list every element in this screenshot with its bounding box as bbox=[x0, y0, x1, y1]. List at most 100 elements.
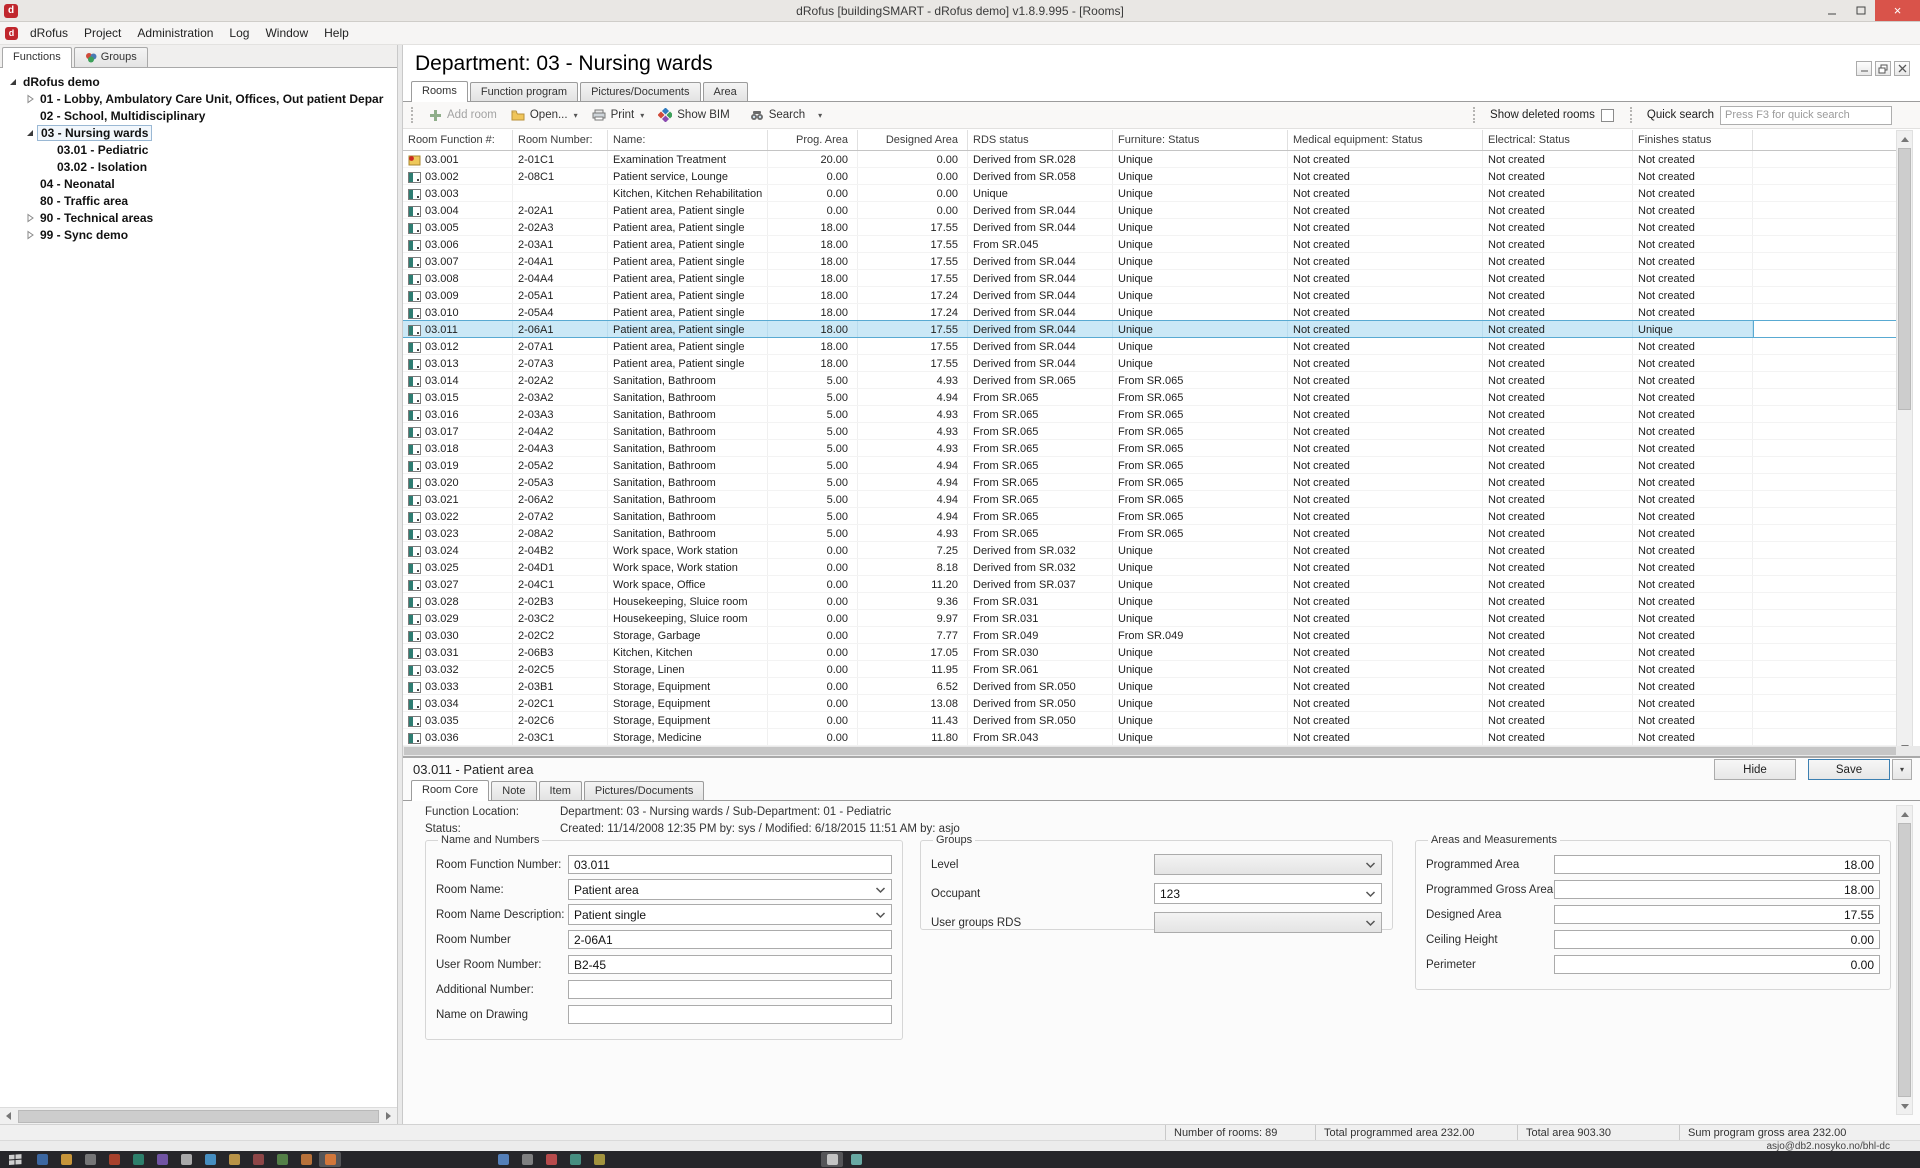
table-row[interactable]: 03.0342-02C1Storage, Equipment0.0013.08D… bbox=[403, 695, 1896, 712]
combo-room-name-description[interactable]: Patient single bbox=[568, 904, 892, 925]
table-row[interactable]: 03.0092-05A1Patient area, Patient single… bbox=[403, 287, 1896, 304]
input-designed-area[interactable] bbox=[1554, 905, 1880, 924]
table-row[interactable]: 03.0012-01C1Examination Treatment20.000.… bbox=[403, 151, 1896, 168]
sidebar-item-02-school-multidisciplinary[interactable]: 02 - School, Multidisciplinary bbox=[0, 107, 397, 124]
column-header-room-function[interactable]: Room Function #: bbox=[403, 130, 513, 150]
scrollbar-thumb[interactable] bbox=[1898, 148, 1911, 410]
detail-vertical-scrollbar[interactable] bbox=[1896, 805, 1913, 1115]
column-header-prog-area[interactable]: Prog. Area bbox=[768, 130, 858, 150]
input-programmed-gross-area[interactable] bbox=[1554, 880, 1880, 899]
table-row[interactable]: 03.0232-08A2Sanitation, Bathroom5.004.93… bbox=[403, 525, 1896, 542]
start-button[interactable] bbox=[0, 1151, 30, 1168]
mdi-close-button[interactable] bbox=[1894, 61, 1910, 76]
taskbar-icon[interactable] bbox=[31, 1152, 53, 1167]
scroll-right-arrow-icon[interactable] bbox=[380, 1108, 397, 1125]
input-ceiling-height[interactable] bbox=[1554, 930, 1880, 949]
search-button[interactable]: Search▾ bbox=[743, 106, 829, 124]
table-row[interactable]: 03.0042-02A1Patient area, Patient single… bbox=[403, 202, 1896, 219]
sidebar-item-drofus-demo[interactable]: dRofus demo bbox=[0, 73, 397, 90]
table-row[interactable]: 03.003Kitchen, Kitchen Rehabilitation0.0… bbox=[403, 185, 1896, 202]
input-additional-number[interactable] bbox=[568, 980, 892, 999]
sidebar-item-03-01-pediatric[interactable]: 03.01 - Pediatric bbox=[0, 141, 397, 158]
table-row[interactable]: 03.0172-04A2Sanitation, Bathroom5.004.93… bbox=[403, 423, 1896, 440]
taskbar-icon[interactable] bbox=[151, 1152, 173, 1167]
sidebar-item-03-02-isolation[interactable]: 03.02 - Isolation bbox=[0, 158, 397, 175]
combo-occupant[interactable]: 123 bbox=[1154, 883, 1382, 904]
show-bim-button[interactable]: Show BIM bbox=[651, 105, 736, 125]
scroll-left-arrow-icon[interactable] bbox=[0, 1108, 17, 1125]
input-perimeter[interactable] bbox=[1554, 955, 1880, 974]
table-row[interactable]: 03.0182-04A3Sanitation, Bathroom5.004.93… bbox=[403, 440, 1896, 457]
save-dropdown-button[interactable]: ▾ bbox=[1892, 759, 1912, 780]
expander-collapsed-icon[interactable] bbox=[23, 94, 37, 104]
maximize-button[interactable] bbox=[1846, 0, 1875, 21]
table-row[interactable]: 03.0112-06A1Patient area, Patient single… bbox=[403, 320, 1896, 338]
taskbar-icon[interactable] bbox=[588, 1152, 610, 1167]
taskbar-icon[interactable] bbox=[319, 1152, 341, 1167]
table-row[interactable]: 03.0222-07A2Sanitation, Bathroom5.004.94… bbox=[403, 508, 1896, 525]
taskbar-icon[interactable] bbox=[175, 1152, 197, 1167]
show-deleted-checkbox[interactable] bbox=[1601, 109, 1614, 122]
detail-tab-room-core[interactable]: Room Core bbox=[411, 780, 489, 801]
taskbar-icon[interactable] bbox=[845, 1152, 867, 1167]
taskbar-icon[interactable] bbox=[516, 1152, 538, 1167]
open-button[interactable]: Open...▾ bbox=[504, 106, 585, 124]
column-header-rds-status[interactable]: RDS status bbox=[968, 130, 1113, 150]
menu-window[interactable]: Window bbox=[257, 23, 316, 43]
close-button[interactable]: × bbox=[1875, 0, 1920, 21]
minimize-button[interactable] bbox=[1817, 0, 1846, 21]
column-header-furniture-status[interactable]: Furniture: Status bbox=[1113, 130, 1288, 150]
input-room-function-number[interactable] bbox=[568, 855, 892, 874]
expander-expanded-icon[interactable] bbox=[6, 77, 20, 87]
tab-area[interactable]: Area bbox=[703, 82, 748, 101]
sidebar-tab-functions[interactable]: Functions bbox=[2, 47, 72, 68]
sidebar-item-80-traffic-area[interactable]: 80 - Traffic area bbox=[0, 192, 397, 209]
detail-tab-item[interactable]: Item bbox=[539, 781, 582, 800]
sidebar-item-04-neonatal[interactable]: 04 - Neonatal bbox=[0, 175, 397, 192]
sidebar-item-90-technical-areas[interactable]: 90 - Technical areas bbox=[0, 209, 397, 226]
table-row[interactable]: 03.0362-03C1Storage, Medicine0.0011.80Fr… bbox=[403, 729, 1896, 746]
column-header-designed-area[interactable]: Designed Area bbox=[858, 130, 968, 150]
expander-collapsed-icon[interactable] bbox=[23, 230, 37, 240]
add-room-button[interactable]: Add room bbox=[422, 106, 504, 125]
table-row[interactable]: 03.0082-04A4Patient area, Patient single… bbox=[403, 270, 1896, 287]
scrollbar-thumb[interactable] bbox=[18, 1110, 379, 1123]
table-row[interactable]: 03.0152-03A2Sanitation, Bathroom5.004.94… bbox=[403, 389, 1896, 406]
table-row[interactable]: 03.0312-06B3Kitchen, Kitchen0.0017.05Fro… bbox=[403, 644, 1896, 661]
table-vertical-scrollbar[interactable] bbox=[1896, 130, 1913, 756]
hide-button[interactable]: Hide bbox=[1714, 759, 1796, 780]
save-button[interactable]: Save bbox=[1808, 759, 1890, 780]
table-row[interactable]: 03.0212-06A2Sanitation, Bathroom5.004.94… bbox=[403, 491, 1896, 508]
table-row[interactable]: 03.0142-02A2Sanitation, Bathroom5.004.93… bbox=[403, 372, 1896, 389]
table-horizontal-scrollbar[interactable] bbox=[403, 746, 1920, 756]
table-row[interactable]: 03.0192-05A2Sanitation, Bathroom5.004.94… bbox=[403, 457, 1896, 474]
table-row[interactable]: 03.0352-02C6Storage, Equipment0.0011.43D… bbox=[403, 712, 1896, 729]
expander-collapsed-icon[interactable] bbox=[23, 213, 37, 223]
taskbar-icon[interactable] bbox=[540, 1152, 562, 1167]
input-name-on-drawing[interactable] bbox=[568, 1005, 892, 1024]
expander-expanded-icon[interactable] bbox=[23, 128, 37, 138]
menu-administration[interactable]: Administration bbox=[129, 23, 221, 43]
sidebar-item-01-lobby-ambulatory-care-unit-[interactable]: 01 - Lobby, Ambulatory Care Unit, Office… bbox=[0, 90, 397, 107]
table-row[interactable]: 03.0322-02C5Storage, Linen0.0011.95From … bbox=[403, 661, 1896, 678]
table-row[interactable]: 03.0252-04D1Work space, Work station0.00… bbox=[403, 559, 1896, 576]
table-row[interactable]: 03.0292-03C2Housekeeping, Sluice room0.0… bbox=[403, 610, 1896, 627]
sidebar-item-99-sync-demo[interactable]: 99 - Sync demo bbox=[0, 226, 397, 243]
menu-project[interactable]: Project bbox=[76, 23, 129, 43]
table-row[interactable]: 03.0162-03A3Sanitation, Bathroom5.004.93… bbox=[403, 406, 1896, 423]
quick-search-input[interactable] bbox=[1720, 106, 1892, 125]
table-row[interactable]: 03.0022-08C1Patient service, Lounge0.000… bbox=[403, 168, 1896, 185]
combo-room-name[interactable]: Patient area bbox=[568, 879, 892, 900]
table-row[interactable]: 03.0062-03A1Patient area, Patient single… bbox=[403, 236, 1896, 253]
taskbar-icon[interactable] bbox=[821, 1152, 843, 1167]
table-row[interactable]: 03.0072-04A1Patient area, Patient single… bbox=[403, 253, 1896, 270]
menu-drofus[interactable]: dRofus bbox=[22, 23, 76, 43]
table-row[interactable]: 03.0282-02B3Housekeeping, Sluice room0.0… bbox=[403, 593, 1896, 610]
column-header-finishes-status[interactable]: Finishes status bbox=[1633, 130, 1753, 150]
tab-pictures-documents[interactable]: Pictures/Documents bbox=[580, 82, 700, 101]
scroll-down-arrow-icon[interactable] bbox=[1897, 1098, 1912, 1114]
column-header-electrical-status[interactable]: Electrical: Status bbox=[1483, 130, 1633, 150]
column-header-room-number[interactable]: Room Number: bbox=[513, 130, 608, 150]
taskbar-icon[interactable] bbox=[223, 1152, 245, 1167]
input-programmed-area[interactable] bbox=[1554, 855, 1880, 874]
